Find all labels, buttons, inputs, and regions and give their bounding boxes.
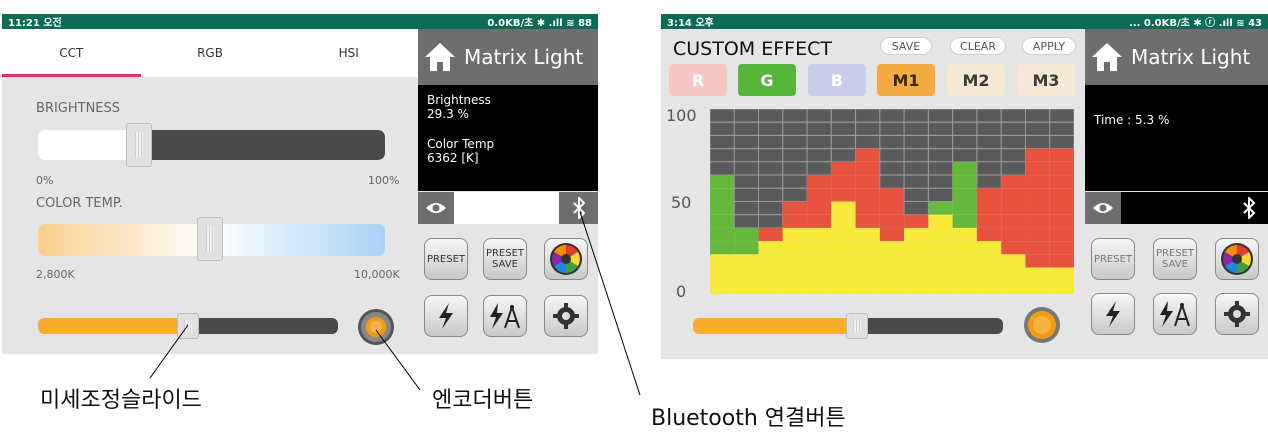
- slider-pointer-line: [149, 324, 189, 379]
- encoder-pointer-line: [375, 329, 421, 391]
- caption-fine-slider: 미세조정슬라이드: [40, 388, 202, 413]
- annotation-lines: [149, 211, 641, 396]
- caption-bluetooth: Bluetooth 연결버튼: [651, 406, 846, 431]
- caption-encoder: 엔코더버튼: [432, 388, 534, 413]
- bluetooth-pointer-line: [579, 211, 641, 396]
